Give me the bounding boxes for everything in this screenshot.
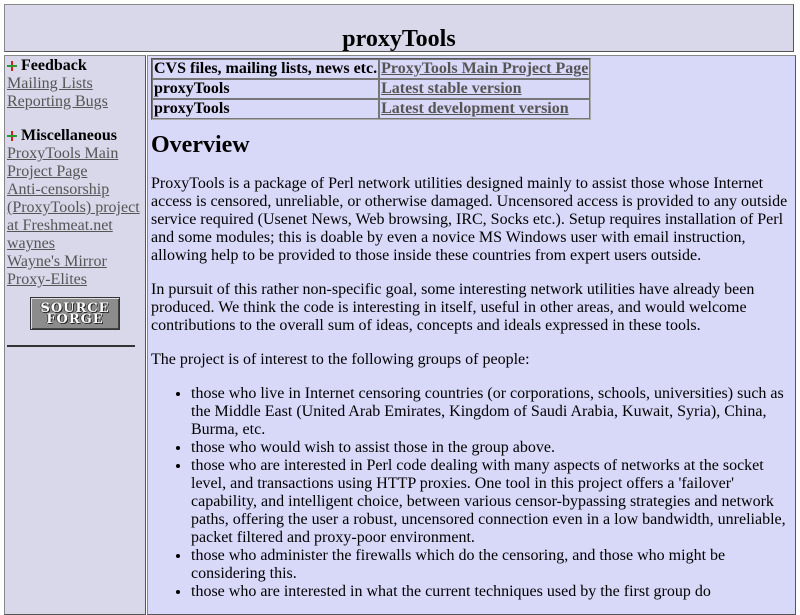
table-cell-label: proxyTools bbox=[152, 79, 380, 99]
table-row: proxyTools Latest development version bbox=[152, 99, 591, 119]
sidebar-heading-label: Feedback bbox=[21, 57, 87, 74]
overview-paragraph-3: The project is of interest to the follow… bbox=[151, 351, 530, 368]
list-item: those who are interested in Perl code de… bbox=[191, 457, 791, 547]
project-page-link[interactable]: ProxyTools Main Project Page bbox=[381, 60, 588, 77]
plus-bullet-icon bbox=[7, 131, 17, 141]
overview-paragraph-1: ProxyTools is a package of Perl network … bbox=[151, 175, 788, 264]
sourceforge-logo[interactable]: SOURCE FORGE bbox=[30, 297, 120, 330]
stable-version-link[interactable]: Latest stable version bbox=[381, 80, 521, 97]
audience-list: those who live in Internet censoring cou… bbox=[151, 385, 791, 601]
table-cell-link: Latest development version bbox=[379, 99, 591, 119]
table-row: proxyTools Latest stable version bbox=[152, 79, 591, 99]
list-item: those who are interested in what the cur… bbox=[191, 583, 791, 601]
sourceforge-logo-text: SOURCE FORGE bbox=[40, 300, 110, 327]
list-item: those who administer the firewalls which… bbox=[191, 547, 791, 583]
development-version-link[interactable]: Latest development version bbox=[381, 100, 569, 117]
sidebar-heading-feedback: Feedback bbox=[7, 57, 143, 75]
main-content: CVS files, mailing lists, news etc. Prox… bbox=[147, 55, 796, 615]
overview-paragraph-2: In pursuit of this rather non-specific g… bbox=[151, 281, 755, 334]
table-cell-label: CVS files, mailing lists, news etc. bbox=[152, 59, 380, 79]
sidebar-link-waynes-mirror[interactable]: Wayne's Mirror bbox=[7, 253, 143, 271]
page-title: proxyTools bbox=[342, 26, 456, 52]
sidebar-link-mailing-lists[interactable]: Mailing Lists bbox=[7, 75, 143, 93]
sidebar-link-main-project-page[interactable]: ProxyTools Main Project Page bbox=[7, 145, 143, 181]
table-cell-link: ProxyTools Main Project Page bbox=[379, 59, 591, 79]
header-banner: proxyTools bbox=[4, 4, 794, 52]
sidebar-link-waynes[interactable]: waynes bbox=[7, 235, 143, 253]
plus-bullet-icon bbox=[7, 61, 17, 71]
sidebar: Feedback Mailing Lists Reporting Bugs Mi… bbox=[4, 55, 146, 615]
table-cell-link: Latest stable version bbox=[379, 79, 591, 99]
sidebar-link-proxy-elites[interactable]: Proxy-Elites bbox=[7, 271, 143, 289]
table-cell-label: proxyTools bbox=[152, 99, 380, 119]
sidebar-divider bbox=[7, 345, 135, 347]
sidebar-heading-miscellaneous: Miscellaneous bbox=[7, 127, 143, 145]
sidebar-link-freshmeat[interactable]: Anti-censorship (ProxyTools) project at … bbox=[7, 181, 143, 235]
sidebar-link-reporting-bugs[interactable]: Reporting Bugs bbox=[7, 93, 143, 111]
list-item: those who live in Internet censoring cou… bbox=[191, 385, 791, 439]
table-row: CVS files, mailing lists, news etc. Prox… bbox=[152, 59, 591, 79]
sidebar-heading-label: Miscellaneous bbox=[21, 127, 117, 144]
overview-heading: Overview bbox=[151, 132, 250, 158]
list-item: those who would wish to assist those in … bbox=[191, 439, 791, 457]
info-table: CVS files, mailing lists, news etc. Prox… bbox=[151, 58, 592, 120]
